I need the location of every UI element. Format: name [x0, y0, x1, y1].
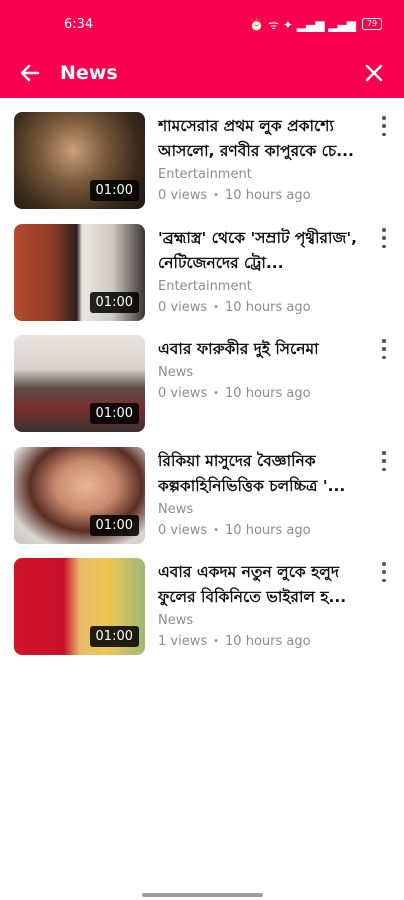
more-vert-icon[interactable] [378, 116, 390, 136]
view-count: 0 views [158, 523, 208, 538]
video-category: News [158, 613, 194, 628]
video-title[interactable]: রিকিয়া মাসুদের বৈজ্ঞানিক কল্পকাহিনিভিত্… [158, 449, 368, 499]
status-bar: 6:34 ⏰ ᯤ ✦ ▂▄▆ ▂▄▆ 79 [0, 0, 404, 48]
video-category: News [158, 502, 194, 517]
video-thumbnail[interactable]: 01:00 [14, 335, 145, 432]
video-stats: 0 views • 10 hours ago [158, 297, 368, 319]
video-title[interactable]: শামসেরার প্রথম লুক প্রকাশ্যে আসলো, রণবীর… [158, 114, 368, 164]
duration-badge: 01:00 [89, 292, 139, 313]
close-icon[interactable] [360, 59, 388, 87]
video-meta: এবার ফারুকীর দুই সিনেমা News 0 views • 1… [158, 337, 368, 405]
more-vert-icon[interactable] [378, 228, 390, 248]
video-thumbnail[interactable]: 01:00 [14, 224, 145, 321]
video-stats: 1 views • 10 hours ago [158, 631, 368, 653]
upload-age: 10 hours ago [225, 523, 311, 538]
view-count: 0 views [158, 386, 208, 401]
status-icons: ⏰ ᯤ ✦ ▂▄▆ ▂▄▆ 79 [249, 16, 382, 33]
video-stats: 0 views • 10 hours ago [158, 520, 368, 542]
upload-age: 10 hours ago [225, 300, 311, 315]
status-indicator-icons: ⏰ ᯤ ✦ ▂▄▆ ▂▄▆ [249, 17, 356, 32]
more-vert-icon[interactable] [378, 451, 390, 471]
video-item[interactable]: 01:00 'ব্রহ্মাস্ত্র' থেকে 'সম্রাট পৃথ্বী… [0, 224, 404, 324]
app-bar: News [0, 48, 404, 98]
duration-badge: 01:00 [89, 403, 139, 424]
video-item[interactable]: 01:00 শামসেরার প্রথম লুক প্রকাশ্যে আসলো,… [0, 112, 404, 212]
separator-dot: • [213, 302, 220, 313]
video-meta: শামসেরার প্রথম লুক প্রকাশ্যে আসলো, রণবীর… [158, 114, 368, 207]
duration-badge: 01:00 [89, 626, 139, 647]
video-category: News [158, 365, 194, 380]
upload-age: 10 hours ago [225, 634, 311, 649]
video-thumbnail[interactable]: 01:00 [14, 447, 145, 544]
video-stats: 0 views • 10 hours ago [158, 383, 368, 405]
upload-age: 10 hours ago [225, 386, 311, 401]
video-item[interactable]: 01:00 রিকিয়া মাসুদের বৈজ্ঞানিক কল্পকাহি… [0, 447, 404, 547]
gesture-nav-bar[interactable] [142, 893, 263, 897]
battery-icon: 79 [362, 18, 382, 30]
page-title: News [60, 62, 118, 84]
arrow-left-icon[interactable] [16, 59, 44, 87]
separator-dot: • [213, 190, 220, 201]
video-title[interactable]: এবার একদম নতুন লুকে হলুদ ফুলের বিকিনিতে … [158, 560, 368, 610]
duration-badge: 01:00 [89, 515, 139, 536]
view-count: 0 views [158, 300, 208, 315]
more-vert-icon[interactable] [378, 562, 390, 582]
video-title[interactable]: 'ব্রহ্মাস্ত্র' থেকে 'সম্রাট পৃথ্বীরাজ', … [158, 226, 368, 276]
upload-age: 10 hours ago [225, 188, 311, 203]
video-thumbnail[interactable]: 01:00 [14, 558, 145, 655]
view-count: 1 views [158, 634, 208, 649]
separator-dot: • [213, 525, 220, 536]
video-category: Entertainment [158, 279, 252, 294]
video-stats: 0 views • 10 hours ago [158, 185, 368, 207]
separator-dot: • [213, 388, 220, 399]
more-vert-icon[interactable] [378, 339, 390, 359]
video-category: Entertainment [158, 167, 252, 182]
status-time: 6:34 [64, 16, 94, 32]
video-item[interactable]: 01:00 এবার ফারুকীর দুই সিনেমা News 0 vie… [0, 335, 404, 435]
video-thumbnail[interactable]: 01:00 [14, 112, 145, 209]
duration-badge: 01:00 [89, 180, 139, 201]
video-meta: এবার একদম নতুন লুকে হলুদ ফুলের বিকিনিতে … [158, 560, 368, 653]
video-item[interactable]: 01:00 এবার একদম নতুন লুকে হলুদ ফুলের বিক… [0, 558, 404, 658]
view-count: 0 views [158, 188, 208, 203]
video-meta: 'ব্রহ্মাস্ত্র' থেকে 'সম্রাট পৃথ্বীরাজ', … [158, 226, 368, 319]
separator-dot: • [213, 636, 220, 647]
video-meta: রিকিয়া মাসুদের বৈজ্ঞানিক কল্পকাহিনিভিত্… [158, 449, 368, 542]
